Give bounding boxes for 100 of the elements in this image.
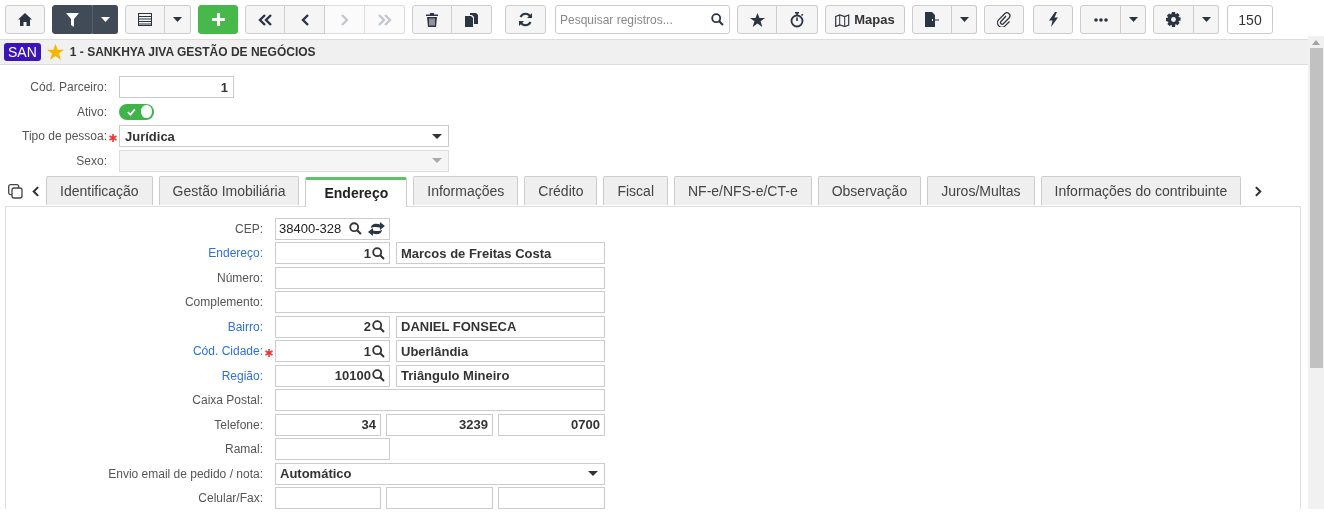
input-field[interactable] — [275, 487, 381, 509]
refresh-icon — [518, 12, 533, 27]
input-field[interactable] — [386, 487, 493, 509]
maps-button[interactable]: Mapas — [825, 5, 905, 34]
field-label: Tipo de pessoa: — [21, 129, 107, 143]
settings-icon — [1166, 12, 1181, 27]
paperclip-icon — [997, 12, 1011, 27]
star-icon[interactable] — [46, 44, 64, 60]
settings-button[interactable] — [1153, 5, 1194, 34]
field-label: Ramal: — [224, 442, 263, 456]
grid-view-button[interactable] — [125, 5, 165, 34]
search-icon — [372, 320, 385, 333]
chevron-right-icon[interactable] — [1255, 185, 1263, 197]
tab[interactable]: Identificação — [46, 175, 153, 205]
scrollbar-thumb[interactable] — [1309, 48, 1323, 368]
tab[interactable]: Informações — [413, 175, 519, 205]
timer-button[interactable] — [777, 5, 818, 34]
field-link[interactable]: Bairro: — [6, 319, 263, 334]
delete-button[interactable] — [412, 5, 452, 34]
trash-icon — [426, 12, 438, 27]
field-label: Envio email de pedido / nota: — [107, 466, 263, 481]
field-label: Telefone: — [213, 417, 263, 432]
caret-icon — [1128, 17, 1138, 22]
refresh-button[interactable] — [505, 5, 546, 34]
field-link[interactable]: Endereço: — [6, 246, 263, 260]
tab[interactable]: Fiscal — [603, 175, 668, 205]
dropdown-field[interactable]: Jurídica — [119, 125, 449, 147]
copy-icon — [465, 12, 478, 27]
input-field[interactable]: Uberlândia — [396, 340, 605, 362]
scroll-up-icon — [1312, 40, 1320, 45]
input-field[interactable]: 34 — [275, 413, 381, 436]
dropdown-arrow-icon — [432, 158, 442, 163]
field-label: Caixa Postal: — [191, 393, 263, 407]
tab[interactable]: Endereço — [305, 176, 408, 207]
required-icon — [109, 133, 117, 142]
company-badge: SAN — [4, 43, 41, 61]
field-label: Ativo: — [76, 104, 107, 119]
field-link[interactable]: Região: — [6, 368, 263, 383]
star-icon — [749, 12, 765, 27]
field-label: Celular/Fax: — [197, 491, 263, 505]
field-label: CEP: — [234, 221, 263, 236]
lightning-icon — [1048, 12, 1058, 27]
dropdown-field[interactable]: Automático — [275, 462, 605, 485]
actions-button[interactable] — [1033, 5, 1073, 34]
search-icon — [711, 13, 724, 26]
first-record-button[interactable] — [245, 5, 285, 34]
record-title: 1 - SANKHYA JIVA GESTÃO DE NEGÓCIOS — [69, 45, 316, 59]
input-field[interactable]: Triângulo Mineiro — [396, 364, 605, 387]
caret-icon — [1201, 17, 1211, 22]
swap-arrows-icon — [368, 221, 385, 236]
lookup-field[interactable]: 1 — [275, 340, 390, 362]
input-field[interactable] — [275, 291, 605, 313]
postal-code-field[interactable]: 38400-328 — [275, 217, 390, 240]
attachment-button[interactable] — [984, 5, 1024, 34]
input-field[interactable] — [275, 266, 605, 289]
chevron-left-icon — [300, 13, 309, 26]
dropdown-button[interactable] — [92, 5, 118, 34]
add-button[interactable] — [198, 5, 238, 34]
input-field[interactable] — [275, 389, 605, 411]
chevron-left-icon[interactable] — [32, 185, 39, 197]
duplicate-button[interactable] — [452, 5, 492, 34]
tab[interactable]: NF-e/NFS-e/CT-e — [674, 175, 812, 205]
tab[interactable]: Gestão Imobiliária — [158, 175, 300, 205]
double-chevron-left-icon — [258, 13, 272, 26]
filter-icon — [65, 12, 79, 27]
favorites-button[interactable] — [737, 5, 777, 34]
input-field[interactable] — [275, 438, 390, 460]
dropdown-arrow-icon — [432, 133, 442, 139]
lookup-field[interactable]: 2 — [275, 315, 390, 338]
chevron-right-icon — [340, 13, 349, 26]
input-field[interactable]: 1 — [119, 76, 234, 98]
dropdown-arrow-icon — [588, 471, 598, 476]
field-label: Cód. Parceiro: — [29, 80, 107, 94]
input-field[interactable]: 0700 — [498, 413, 605, 436]
tab[interactable]: Informações do contribuinte — [1040, 175, 1242, 205]
search-field[interactable]: Pesquisar registros... — [555, 5, 730, 34]
more-icon — [1093, 17, 1108, 22]
page-size-field[interactable]: 150 — [1227, 5, 1273, 34]
input-field[interactable]: Marcos de Freitas Costa — [396, 242, 605, 264]
lookup-field[interactable]: 1 — [275, 242, 390, 264]
home-button[interactable] — [5, 5, 45, 34]
copy-windows-icon[interactable] — [8, 183, 23, 199]
previous-record-button[interactable] — [285, 5, 325, 34]
search-icon — [372, 369, 385, 382]
home-icon — [18, 13, 32, 26]
input-field[interactable]: 3239 — [386, 413, 493, 436]
filter-button[interactable] — [52, 5, 92, 34]
input-field[interactable] — [498, 487, 605, 509]
tab[interactable]: Observação — [817, 175, 922, 205]
double-chevron-right-icon — [377, 13, 392, 26]
tab[interactable]: Juros/Multas — [927, 175, 1035, 205]
table-icon — [138, 13, 152, 26]
export-button[interactable] — [912, 5, 952, 34]
toggle-switch[interactable] — [119, 103, 154, 120]
lookup-field[interactable]: 10100 — [275, 364, 390, 387]
caret-icon — [173, 17, 182, 22]
input-field[interactable]: DANIEL FONSECA — [396, 315, 605, 338]
field-link[interactable]: Cód. Cidade: — [6, 344, 263, 358]
tab[interactable]: Crédito — [524, 175, 598, 205]
check-icon — [127, 107, 136, 116]
